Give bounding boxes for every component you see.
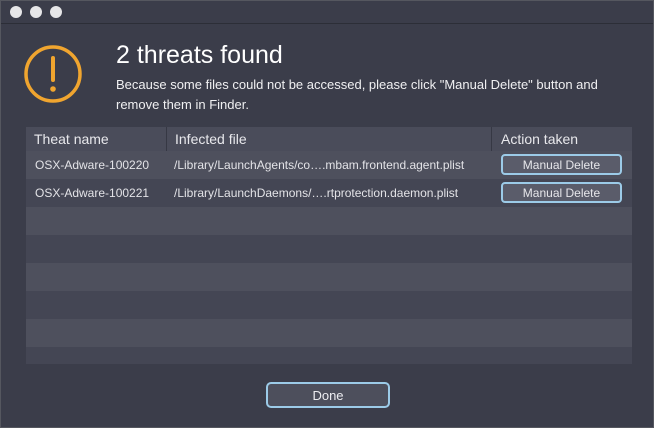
column-header-infected-file[interactable]: Infected file <box>166 127 491 151</box>
empty-row <box>26 347 632 364</box>
empty-row <box>26 207 632 235</box>
minimize-window-button[interactable] <box>30 6 42 18</box>
column-header-threat-name[interactable]: Theat name <box>26 127 166 151</box>
infected-file-cell: /Library/LaunchAgents/co….mbam.frontend.… <box>174 158 465 172</box>
empty-row <box>26 291 632 319</box>
manual-delete-button[interactable]: Manual Delete <box>501 182 622 203</box>
threat-name-cell: OSX-Adware-100221 <box>35 186 150 200</box>
empty-row <box>26 263 632 291</box>
dialog-headline: 2 threats found <box>116 41 283 69</box>
threat-name-cell: OSX-Adware-100220 <box>35 158 150 172</box>
manual-delete-button[interactable]: Manual Delete <box>501 154 622 175</box>
column-header-action-taken[interactable]: Action taken <box>491 127 632 151</box>
empty-row <box>26 319 632 347</box>
zoom-window-button[interactable] <box>50 6 62 18</box>
dialog-message: Because some files could not be accessed… <box>116 77 598 112</box>
title-bar <box>1 1 653 24</box>
close-window-button[interactable] <box>10 6 22 18</box>
threats-table: Theat name Infected file Action taken OS… <box>26 127 632 364</box>
threat-results-window: 2 threats found Because some files could… <box>0 0 654 428</box>
table-row[interactable]: OSX-Adware-100221 /Library/LaunchDaemons… <box>26 179 632 207</box>
table-header: Theat name Infected file Action taken <box>26 127 632 151</box>
empty-row <box>26 235 632 263</box>
table-row[interactable]: OSX-Adware-100220 /Library/LaunchAgents/… <box>26 151 632 179</box>
infected-file-cell: /Library/LaunchDaemons/….rtprotection.da… <box>174 186 459 200</box>
warning-icon <box>24 45 82 103</box>
done-button[interactable]: Done <box>266 382 390 408</box>
